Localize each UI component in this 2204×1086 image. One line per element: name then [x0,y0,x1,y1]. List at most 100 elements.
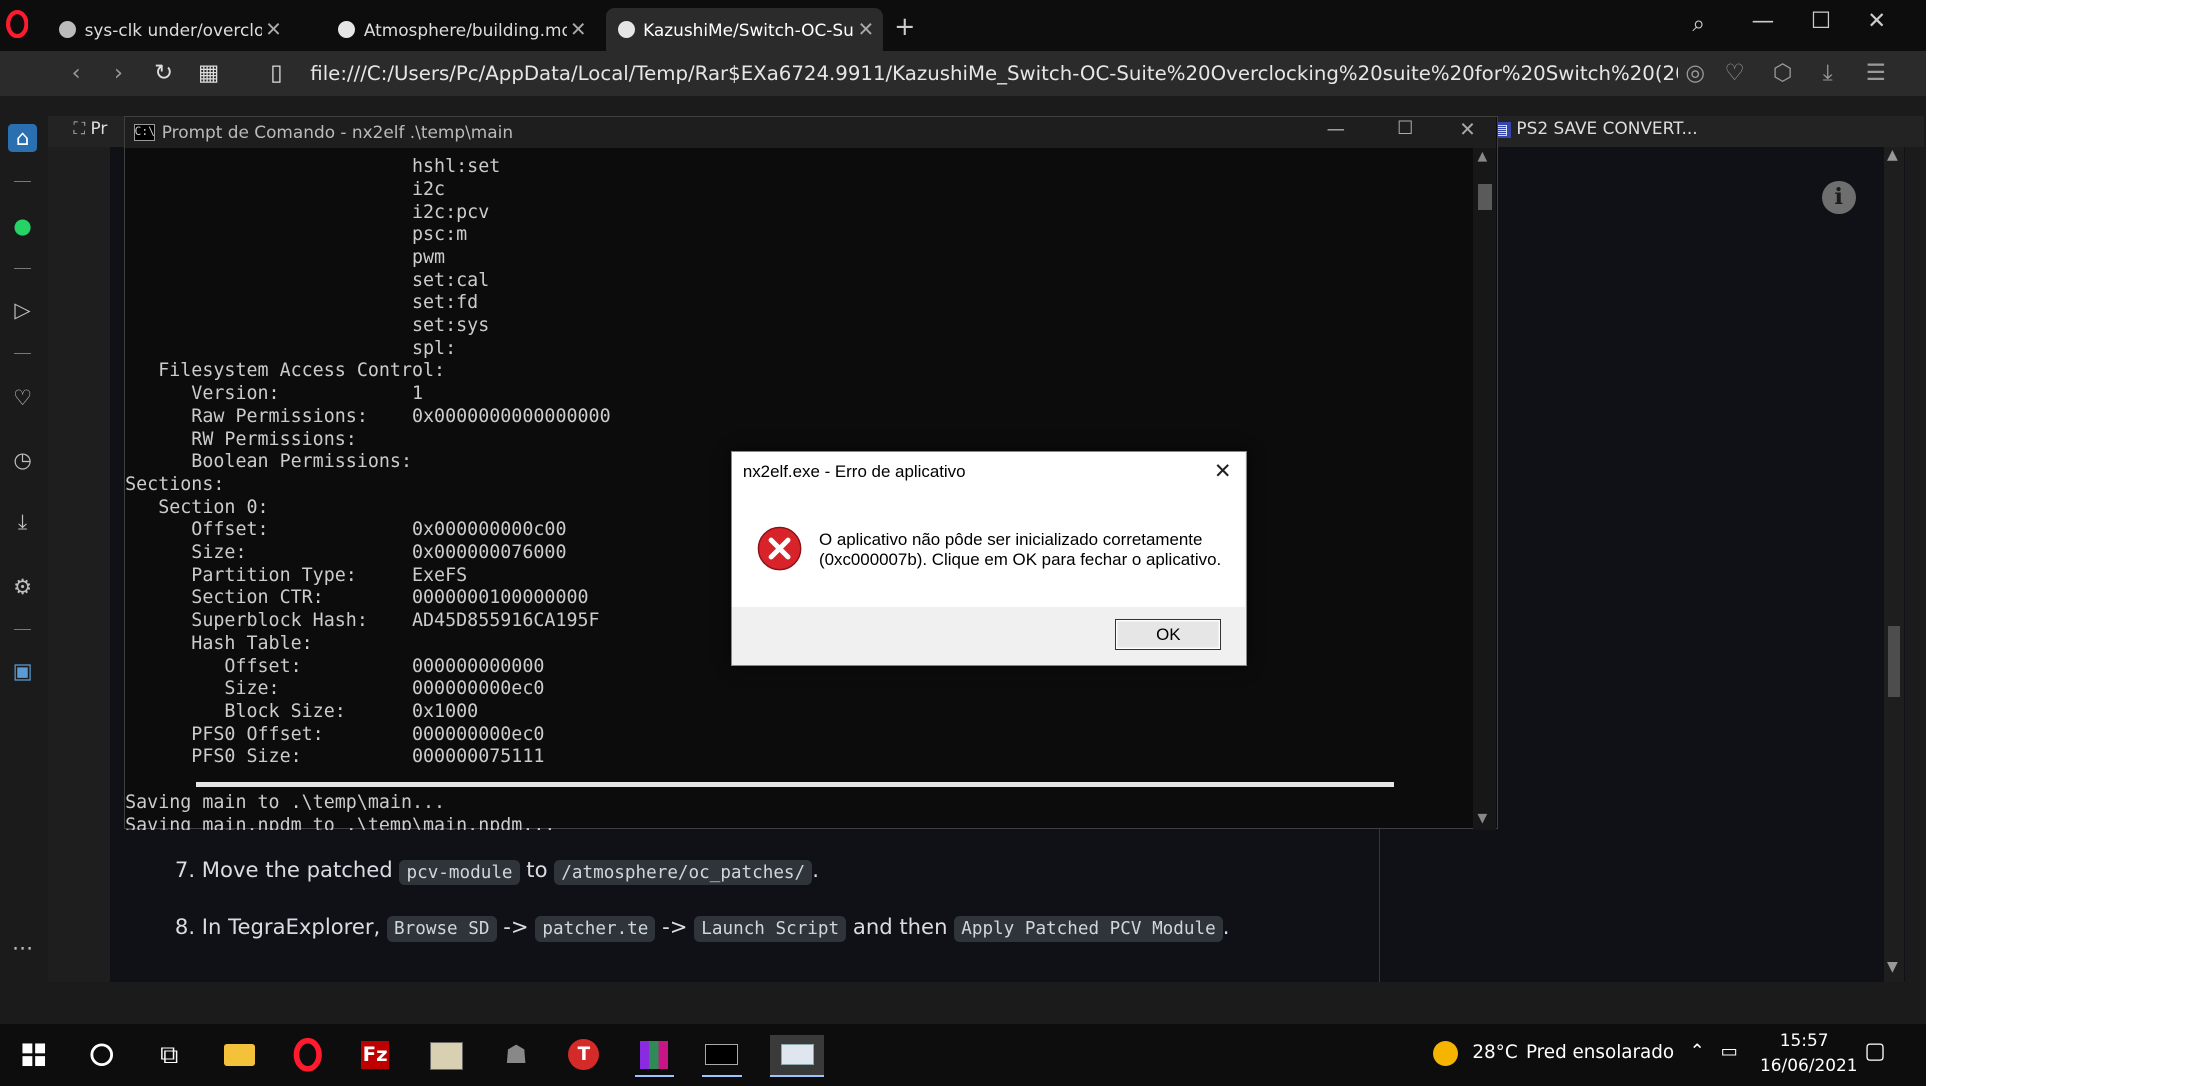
step-number: 7. [174,857,196,883]
t-app-icon[interactable]: T [564,1035,603,1074]
ok-button[interactable]: OK [1115,618,1222,651]
clock-time[interactable]: 15:57 [1780,1030,1829,1050]
heart-icon[interactable]: ♡ [8,384,36,412]
scrollbar-thumb[interactable] [1888,626,1900,697]
back-icon[interactable]: ‹ [62,59,90,87]
new-tab-button[interactable]: + [894,11,915,41]
minimize-window-icon[interactable]: — [1327,119,1345,140]
scrollbar-thumb[interactable] [1477,184,1492,210]
heart-icon[interactable]: ♡ [1721,59,1749,87]
step-number: 8. [174,913,196,939]
app-icon[interactable]: ☗ [496,1035,535,1074]
scroll-down-icon[interactable]: ▼ [1478,810,1488,825]
easy-setup-icon[interactable]: ☰ [1862,59,1890,87]
cmd-line: PFS0 Offset: 000000000ec0 [125,723,545,745]
dialog-close-icon[interactable]: ✕ [1214,458,1232,483]
sidebar-divider [14,267,32,270]
cmd-line: set:cal [125,269,490,291]
search-icon[interactable] [82,1035,121,1074]
cmd-selection-bar [195,782,1395,787]
clock-date[interactable]: 16/06/2021 [1760,1055,1857,1075]
close-tab-icon[interactable]: ✕ [567,18,590,41]
cmd-line: Saving main.npdm to .\temp\main.npdm... [125,814,556,831]
maximize-window-icon[interactable]: ☐ [1397,118,1413,139]
desktop-screen: sys-clk under/overclocking ✕ Atmosphere/… [0,0,1927,1086]
camera-icon[interactable]: ◎ [1681,59,1709,87]
more-icon[interactable]: ⋯ [8,934,36,962]
weather-icon[interactable] [1432,1040,1459,1067]
cmd-line: Saving main to .\temp\main... [125,791,446,813]
minimize-window-icon[interactable]: — [1752,8,1775,34]
tab-title: sys-clk under/overclocking [84,19,263,40]
weather-text[interactable]: Pred ensolarado [1526,1042,1674,1063]
inline-code: Browse SD [387,916,497,942]
file-explorer-icon[interactable] [220,1035,259,1074]
settings-icon[interactable]: ⚙ [8,573,36,601]
github-icon [338,21,356,39]
browser-sidebar: ⌂ ● ▷ ♡ ◷ ⤓ ⚙ ▣ ⋯ [0,115,48,988]
chevron-up-icon[interactable]: ⌃ [1690,1041,1705,1062]
winrar-icon[interactable] [634,1035,675,1077]
reload-icon[interactable]: ↻ [149,59,177,87]
battery-icon[interactable]: ▭ [1721,1041,1738,1062]
close-window-icon[interactable]: ✕ [1867,8,1886,34]
tab-title: Atmosphere/building.md at [363,19,567,40]
github-icon [617,21,635,39]
close-tab-icon[interactable]: ✕ [855,18,878,41]
cmd-icon: C:\ [133,123,156,142]
weather-temp[interactable]: 28°C [1472,1042,1517,1063]
cmd-line [125,769,1465,792]
bookmark-label: PS2 SAVE CONVERT... [1516,118,1698,139]
bookmark-item[interactable]: ⛶ Pr [73,118,107,139]
cmd-title-bar[interactable]: C:\ Prompt de Comando - nx2elf .\temp\ma… [125,116,1496,148]
cmd-title: Prompt de Comando - nx2elf .\temp\main [161,122,514,143]
close-tab-icon[interactable]: ✕ [262,18,285,41]
translator-icon[interactable]: ▣ [8,657,36,685]
step-text: In TegraExplorer, [201,913,387,939]
excel-app-icon[interactable] [426,1035,465,1074]
whatsapp-icon[interactable]: ● [8,212,36,240]
cmd-line: psc:m [125,224,468,246]
maximize-window-icon[interactable]: ☐ [1811,8,1831,34]
cmd-line: Version: 1 [125,383,424,405]
scroll-down-icon[interactable]: ▼ [1887,959,1898,975]
inline-code: pcv-module [399,859,520,886]
tab-grid-icon[interactable]: ▦ [195,59,223,87]
opera-icon[interactable] [288,1035,327,1074]
nx2elf-taskbar-icon[interactable] [770,1035,824,1077]
search-tabs-icon[interactable]: ⌕ [1692,11,1705,37]
filezilla-icon[interactable]: Fz [355,1035,394,1074]
player-icon[interactable]: ▷ [8,296,36,324]
url-field[interactable]: file:///C:/Users/Pc/AppData/Local/Temp/R… [310,62,1678,85]
scroll-up-icon[interactable]: ▲ [1478,148,1488,163]
opera-logo-icon[interactable] [5,9,29,39]
cmd-scrollbar[interactable]: ▲ ▼ [1473,147,1496,831]
tab-sys-clk[interactable]: sys-clk under/overclocking ✕ [48,8,291,50]
tab-title: KazushiMe/Switch-OC-Suit [643,19,855,40]
page-file-icon: ▯ [270,60,283,87]
box-icon[interactable]: ⬡ [1769,59,1797,87]
start-icon[interactable] [14,1035,53,1074]
page-scrollbar[interactable]: ▲ ▼ [1884,146,1904,982]
cmd-taskbar-icon[interactable] [702,1035,742,1077]
download-icon[interactable]: ⤓ [1814,59,1842,87]
task-view-icon[interactable]: ⧉ [149,1035,188,1074]
home-icon[interactable]: ⌂ [8,124,37,153]
download-icon[interactable]: ⤓ [8,508,36,536]
dialog-message: O aplicativo não pôde ser inicializado c… [818,529,1203,549]
tab-atmosphere[interactable]: Atmosphere/building.md at ✕ [327,8,595,50]
error-icon [757,526,802,571]
tab-favicon-icon [59,21,77,39]
scroll-up-icon[interactable]: ▲ [1887,147,1898,163]
cmd-line: spl: [125,337,457,359]
error-dialog[interactable]: nx2elf.exe - Erro de aplicativo ✕ O apli… [730,451,1247,666]
notification-icon[interactable]: ▢ [1864,1038,1885,1064]
step-text: Move the patched [201,857,400,883]
history-icon[interactable]: ◷ [8,446,36,474]
tab-switch-oc-suite[interactable]: KazushiMe/Switch-OC-Suit ✕ [606,8,883,51]
info-icon[interactable]: i [1821,180,1856,215]
close-window-icon[interactable]: ✕ [1459,118,1476,141]
bookmark-ps2-save-convert[interactable]: ▤ PS2 SAVE CONVERT... [1492,118,1698,139]
inline-code: Launch Script [694,916,847,942]
forward-icon[interactable]: › [104,59,132,87]
